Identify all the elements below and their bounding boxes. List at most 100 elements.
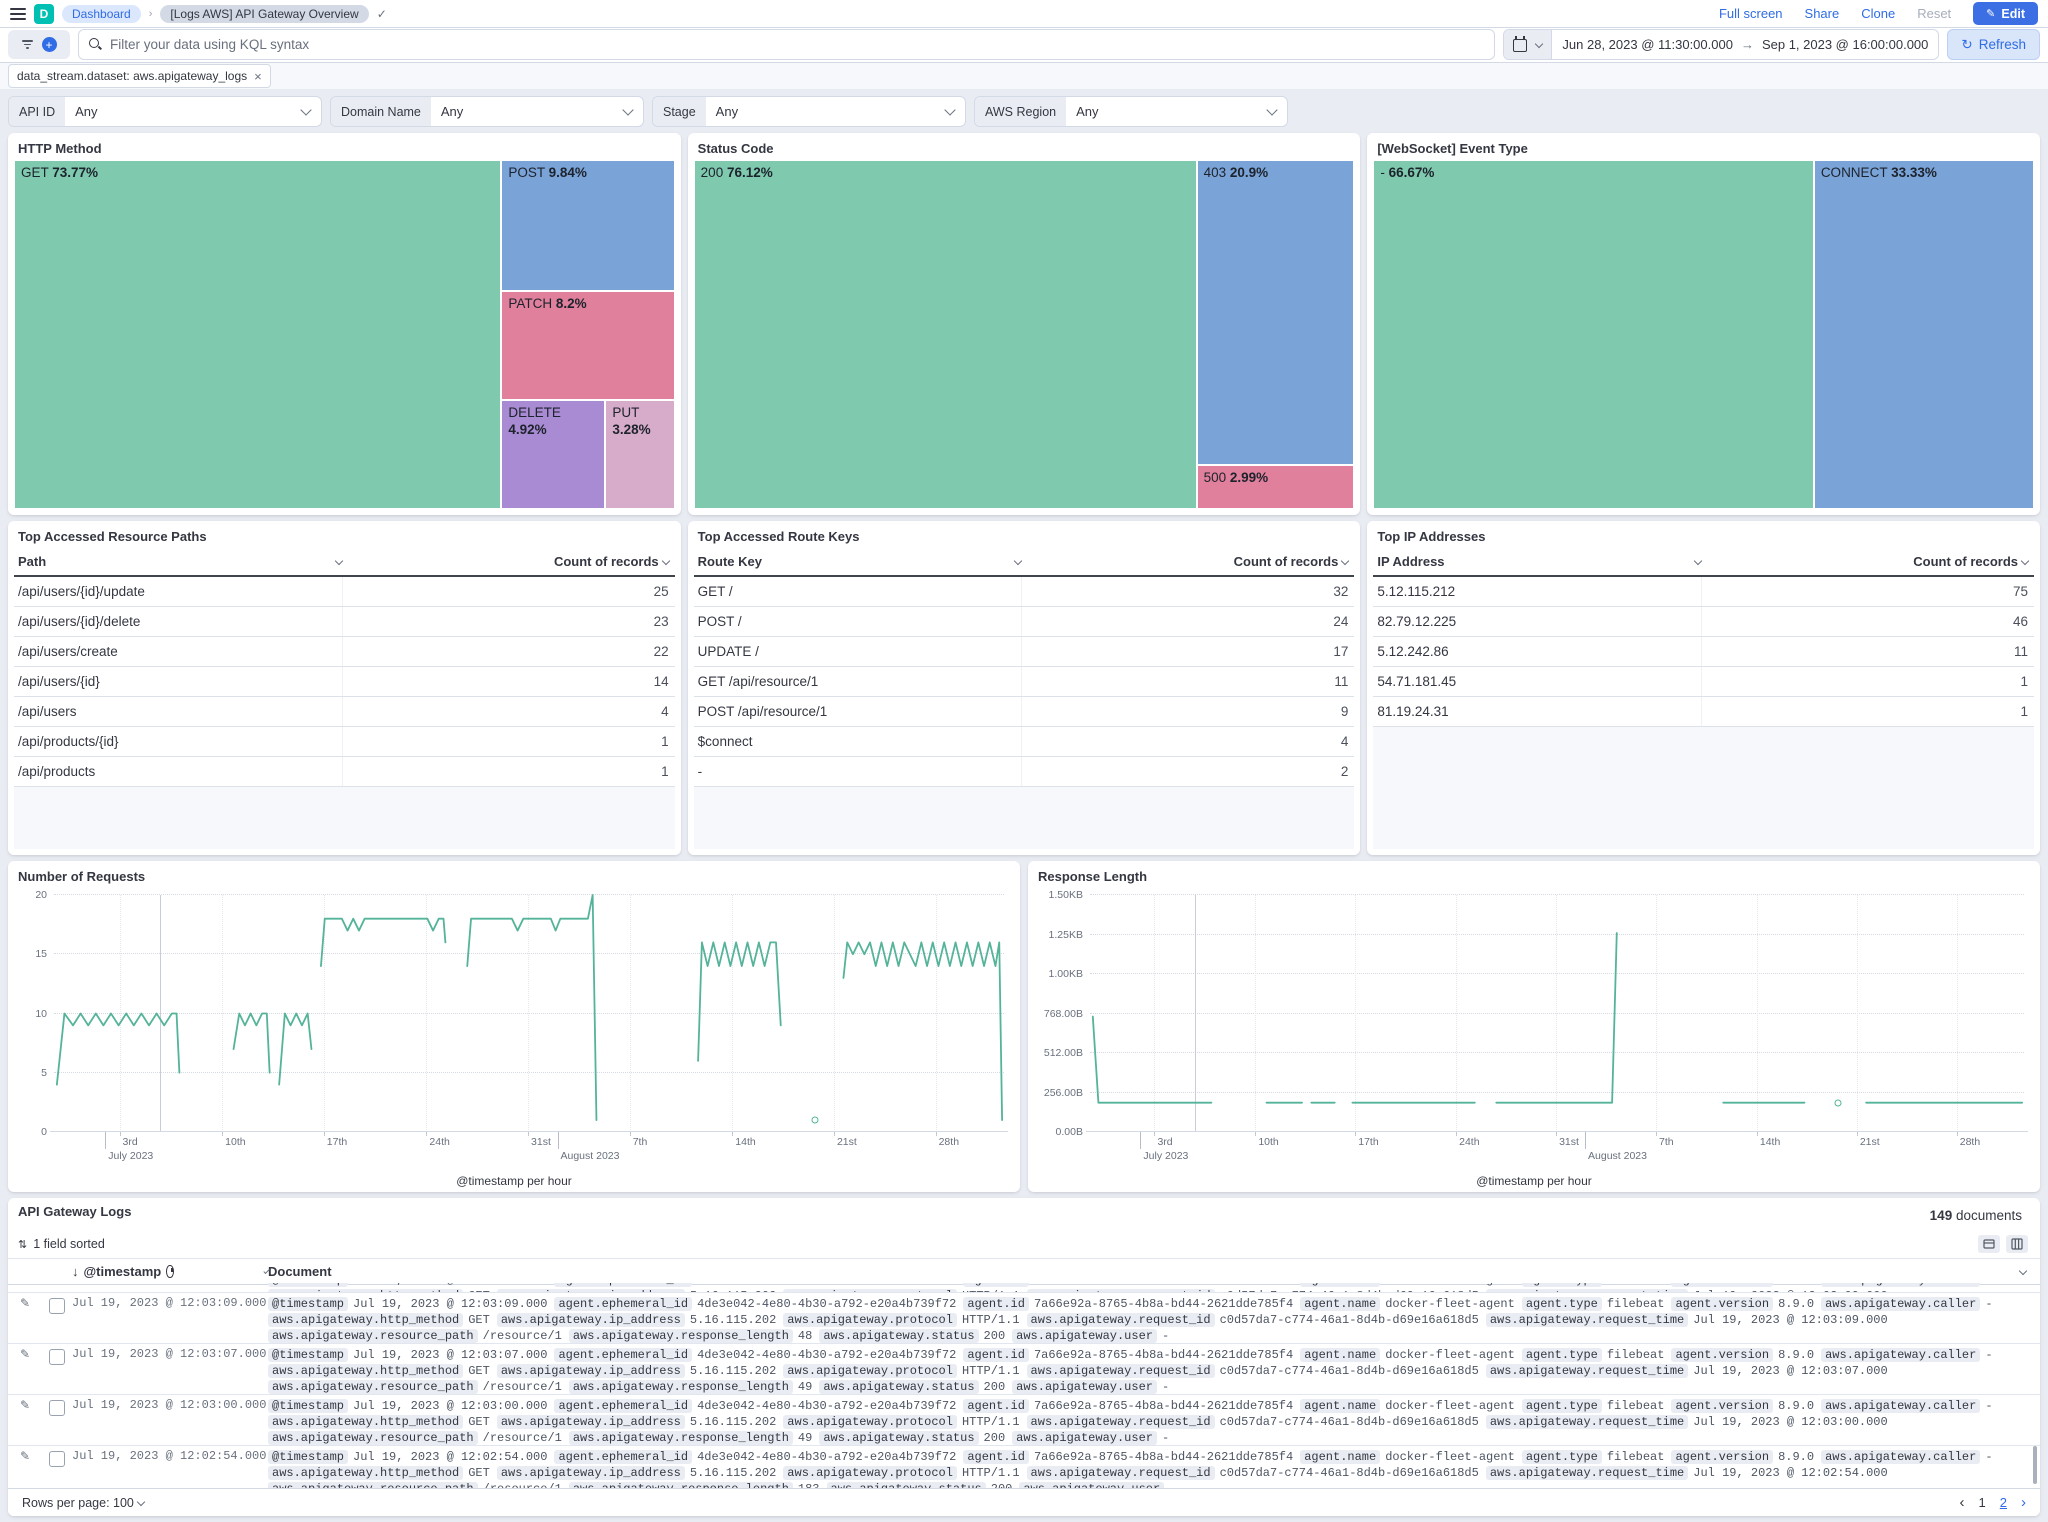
column-header[interactable]: IP Address [1373,554,1701,569]
table-row[interactable]: /api/products1 [14,757,675,787]
table-row[interactable]: /api/users/create22 [14,637,675,667]
column-header[interactable]: Path [14,554,342,569]
log-row[interactable]: ✎Jul 19, 2023 @ 12:03:07.000@timestampJu… [8,1344,2040,1395]
field-name-chip: aws.apigateway.http_method [268,1415,463,1429]
document-column-header[interactable]: Document [268,1264,2040,1279]
vertical-scrollbar[interactable] [2033,1446,2037,1484]
refresh-button[interactable]: ↻ Refresh [1947,29,2040,60]
log-row[interactable]: ✎Jul 19, 2023 @ 12:03:09.000@timestampJu… [8,1293,2040,1344]
table-row[interactable]: 5.12.115.21275 [1373,577,2034,607]
expand-row-icon[interactable]: ✎ [8,1293,42,1344]
table-row[interactable]: $connect4 [694,727,1355,757]
date-to[interactable]: Sep 1, 2023 @ 16:00:00.000 [1762,37,1928,52]
y-axis-tick-label: 256.00B [1044,1087,1083,1099]
table-row[interactable]: /api/users4 [14,697,675,727]
treemap-tile-CONNECT[interactable]: CONNECT 33.33% [1814,160,2034,509]
column-header[interactable]: Route Key [694,554,1022,569]
table-row[interactable]: /api/users/{id}/delete23 [14,607,675,637]
field-name-chip: agent.id [963,1450,1029,1464]
panel-title: Top Accessed Resource Paths [14,523,675,548]
menu-icon[interactable] [10,8,26,20]
row-checkbox[interactable] [49,1451,65,1467]
table-row[interactable]: GET /api/resource/111 [694,667,1355,697]
table-row[interactable]: 5.12.242.8611 [1373,637,2034,667]
filter-icon[interactable] [22,40,33,49]
treemap-tile-PATCH[interactable]: PATCH 8.2% [501,291,674,400]
breadcrumb-page-title[interactable]: [Logs AWS] API Gateway Overview [160,5,368,23]
share-link[interactable]: Share [1805,6,1840,21]
table-row[interactable]: -2 [694,757,1355,787]
log-document-text: @timestampJul 19, 2023 @ 12:03:07.000age… [268,1347,2022,1395]
log-document: @timestampJul 19, 2023 @ 12:03:07.000age… [268,1344,2040,1395]
control-api-id[interactable]: API ID Any [8,96,322,127]
table-row[interactable]: POST /24 [694,607,1355,637]
treemap-tile-DELETE[interactable]: DELETE 4.92% [501,400,605,509]
log-row[interactable]: ✎Jul 19, 2023 @ 12:03:00.000@timestampJu… [8,1395,2040,1446]
treemap-tile-label: PATCH 8.2% [502,292,673,317]
treemap-tile-GET[interactable]: GET 73.77% [14,160,501,509]
expand-row-icon[interactable]: ✎ [8,1344,42,1395]
column-header[interactable]: Count of records [1701,554,2034,569]
field-name-chip: agent.version [1671,1348,1773,1362]
treemap-tile-403[interactable]: 403 20.9% [1197,160,1355,465]
table-cell-count: 1 [1702,674,2034,689]
full-screen-link[interactable]: Full screen [1719,6,1783,21]
treemap-tile-500[interactable]: 500 2.99% [1197,465,1355,509]
table-row[interactable]: POST /api/resource/19 [694,697,1355,727]
expand-row-icon[interactable]: ✎ [8,1446,42,1489]
clone-link[interactable]: Clone [1861,6,1895,21]
rows-per-page-button[interactable]: Rows per page: 100 [22,1496,134,1510]
field-name-chip: aws.apigateway.protocol [783,1415,957,1429]
row-checkbox[interactable] [49,1349,65,1365]
page-2-button[interactable]: 2 [2000,1495,2007,1510]
field-value: Jul 19, 2023 @ 12:03:09.000 [353,1283,547,1287]
table-cell-key: /api/users/{id}/update [14,577,343,606]
calendar-button[interactable] [1504,30,1552,59]
table-row[interactable]: 54.71.181.451 [1373,667,2034,697]
treemap-tile-200[interactable]: 200 76.12% [694,160,1197,509]
table-cell-count: 1 [1702,704,2034,719]
previous-page-icon[interactable]: ‹ [1960,1494,1965,1511]
field-sorted-button[interactable]: 1 field sorted [33,1237,105,1251]
kql-search-input[interactable]: Filter your data using KQL syntax [78,29,1495,60]
table-cell-key: POST / [694,607,1023,636]
next-page-icon[interactable]: › [2021,1494,2026,1511]
treemap-tile--[interactable]: - 66.67% [1373,160,1813,509]
timestamp-column-header[interactable]: ↓ @timestamp [72,1264,268,1279]
row-checkbox[interactable] [49,1400,65,1416]
log-document: @timestampJul 19, 2023 @ 12:02:54.000age… [268,1446,2040,1489]
requests-line-chart[interactable]: 051015203rd10th17th24th31st7th14th21st28… [54,895,1004,1132]
column-header[interactable]: Count of records [1021,554,1354,569]
control-aws-region[interactable]: AWS Region Any [974,96,1288,127]
full-screen-grid-icon[interactable] [2006,1235,2028,1253]
breadcrumb-dashboard[interactable]: Dashboard [62,5,141,23]
table-row[interactable]: UPDATE /17 [694,637,1355,667]
control-domain-name[interactable]: Domain Name Any [330,96,644,127]
response-length-line-chart[interactable]: 0.00B256.00B512.00B768.00B1.00KB1.25KB1.… [1090,895,2024,1132]
table-cell-key: 82.79.12.225 [1373,607,1702,636]
field-name-chip: agent.ephemeral_id [554,1399,692,1413]
table-row[interactable]: 82.79.12.22546 [1373,607,2034,637]
display-options-icon[interactable] [1978,1235,2000,1253]
filter-pill[interactable]: data_stream.dataset: aws.apigateway_logs… [8,64,271,88]
table-row[interactable]: /api/users/{id}/update25 [14,577,675,607]
treemap-tile-PUT[interactable]: PUT 3.28% [605,400,674,509]
page-1-button[interactable]: 1 [1979,1495,1986,1510]
treemap-tile-POST[interactable]: POST 9.84% [501,160,674,291]
table-row[interactable]: 81.19.24.311 [1373,697,2034,727]
field-name-chip: agent.version [1671,1283,1773,1287]
edit-button[interactable]: ✎Edit [1973,2,2038,25]
date-from[interactable]: Jun 28, 2023 @ 11:30:00.000 [1562,37,1733,52]
y-axis-tick-label: 0.00B [1056,1126,1083,1138]
expand-row-icon[interactable]: ✎ [8,1395,42,1446]
log-row[interactable]: ✎Jul 19, 2023 @ 12:02:54.000@timestampJu… [8,1446,2040,1489]
remove-filter-icon[interactable]: × [254,69,262,84]
control-stage[interactable]: Stage Any [652,96,966,127]
table-row[interactable]: /api/users/{id}14 [14,667,675,697]
table-row[interactable]: /api/products/{id}1 [14,727,675,757]
table-row[interactable]: GET /32 [694,577,1355,607]
space-avatar[interactable]: D [34,4,54,24]
add-filter-icon[interactable]: + [42,37,57,52]
row-checkbox[interactable] [49,1298,65,1314]
column-header[interactable]: Count of records [342,554,675,569]
